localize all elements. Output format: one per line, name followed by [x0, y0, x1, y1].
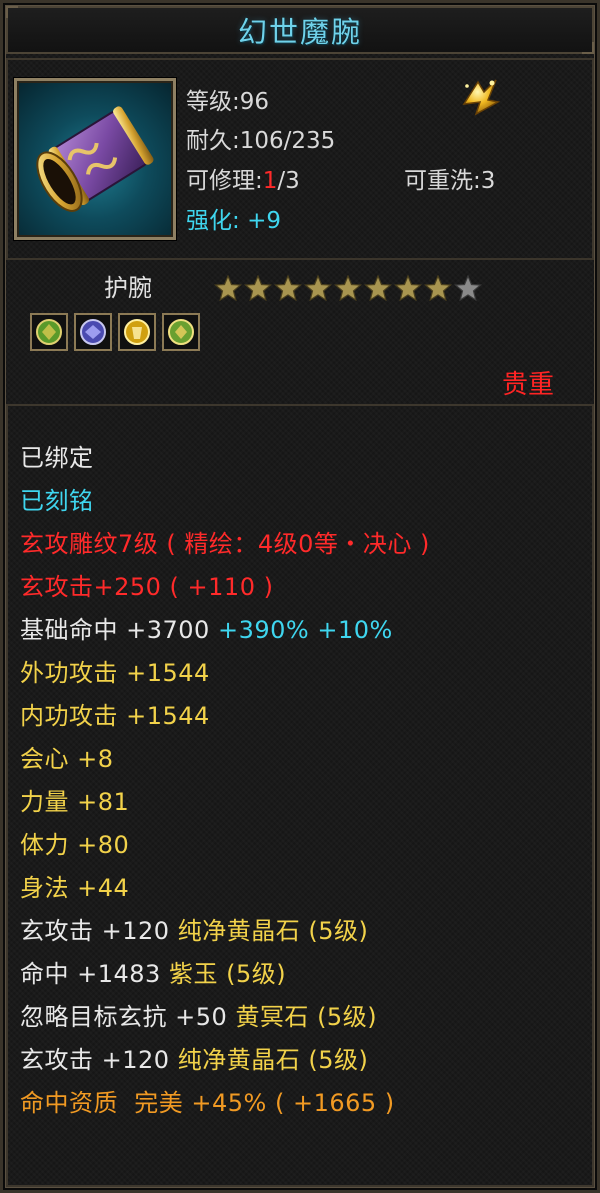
- purple-gem-icon: [74, 313, 112, 351]
- enhance-label: 强化:: [186, 208, 240, 234]
- gem-bonus-line: 玄攻击 +120 纯净黄晶石 (5级): [20, 1040, 368, 1075]
- aptitude-line: 命中资质 完美 +45% ( +1665 ): [20, 1083, 395, 1118]
- star-filled-icon: [334, 275, 362, 301]
- xuan-attack-line: 玄攻击+250 ( +110 ): [20, 567, 273, 602]
- rewash-value: 3: [480, 168, 496, 194]
- attr-value: +1483: [77, 960, 161, 988]
- repair-total: /3: [277, 168, 300, 194]
- star-filled-icon: [364, 275, 392, 301]
- attr-value: +3700: [126, 616, 210, 644]
- star-empty-icon: [454, 275, 482, 301]
- attr-value: +120: [101, 917, 170, 945]
- level-value: 96: [239, 89, 270, 115]
- attr-label: 外功攻击: [20, 659, 118, 687]
- level-label: 等级:: [186, 89, 240, 115]
- yellow-gem-icon: [118, 313, 156, 351]
- bound-status: 已绑定: [20, 444, 94, 472]
- title-bar: 幻世魔腕: [6, 6, 594, 54]
- aptitude-bonus: ( +1665 ): [275, 1089, 395, 1117]
- gem-bonus-line: 命中 +1483 紫玉 (5级): [20, 954, 286, 989]
- item-icon: [14, 78, 176, 240]
- attr-label: 身法: [20, 874, 69, 902]
- star-filled-icon: [394, 275, 422, 301]
- stamina-line: 体力 +80: [20, 825, 129, 860]
- attr-label: 命中: [20, 960, 69, 988]
- gem-slots: [30, 313, 200, 351]
- rarity-label: 贵重: [501, 370, 554, 400]
- attr-label: 体力: [20, 831, 69, 859]
- crit-line: 会心 +8: [20, 739, 114, 774]
- durability-value: 106/235: [239, 128, 336, 154]
- green-gem-icon: [30, 313, 68, 351]
- gem-name: 紫玉 (5级): [168, 960, 287, 988]
- rewash-row: 可重洗:3: [404, 161, 495, 195]
- star-filled-icon: [304, 275, 332, 301]
- attr-percent: +10%: [317, 616, 393, 644]
- star-rating: [214, 275, 482, 301]
- durability-label: 耐久:: [186, 128, 240, 154]
- attr-value: +50: [175, 1003, 228, 1031]
- gem-name: 纯净黄晶石 (5级): [177, 917, 369, 945]
- engraved-status: 已刻铭: [20, 487, 94, 515]
- gem-name: 黄冥石 (5级): [235, 1003, 378, 1031]
- durability-row: 耐久:106/235: [186, 121, 335, 155]
- attr-value: +1544: [126, 702, 210, 730]
- enhance-row: 强化: +9: [186, 201, 281, 235]
- outer-attack-line: 外功攻击 +1544: [20, 653, 210, 688]
- strength-line: 力量 +81: [20, 782, 129, 817]
- attr-percent: +390%: [217, 616, 310, 644]
- attr-label: 会心: [20, 745, 69, 773]
- attr-value: +80: [77, 831, 130, 859]
- frame-corner: [582, 42, 594, 54]
- star-filled-icon: [214, 275, 242, 301]
- gem-bonus-line: 忽略目标玄抗 +50 黄冥石 (5级): [20, 997, 377, 1032]
- attr-value: +81: [77, 788, 130, 816]
- repair-row: 可修理:1/3: [186, 161, 300, 195]
- gem-name: 纯净黄晶石 (5级): [177, 1046, 369, 1074]
- gold-badge-icon: [462, 79, 501, 116]
- item-type: 护腕: [104, 274, 152, 302]
- green-gem-icon: [162, 313, 200, 351]
- frame-corner: [6, 6, 18, 18]
- attr-value: +44: [77, 874, 130, 902]
- bracer-icon: [36, 106, 154, 212]
- attr-label: 命中资质: [20, 1089, 118, 1117]
- attr-label: 基础命中: [20, 616, 118, 644]
- star-filled-icon: [424, 275, 452, 301]
- attr-label: 玄攻击: [20, 917, 94, 945]
- item-name: 幻世魔腕: [237, 15, 362, 49]
- attr-value: +45%: [191, 1089, 267, 1117]
- aptitude-quality: 完美: [134, 1089, 184, 1117]
- attr-value: +250 ( +110 ): [93, 573, 274, 601]
- star-filled-icon: [274, 275, 302, 301]
- base-hit-line: 基础命中 +3700 +390% +10%: [20, 610, 393, 645]
- attr-value: +120: [101, 1046, 170, 1074]
- attr-label: 内功攻击: [20, 702, 118, 730]
- rewash-label: 可重洗:: [404, 168, 481, 194]
- agility-line: 身法 +44: [20, 868, 129, 903]
- gem-bonus-line: 玄攻击 +120 纯净黄晶石 (5级): [20, 911, 368, 946]
- attr-label: 忽略目标玄抗: [20, 1003, 167, 1031]
- attr-value: +1544: [126, 659, 210, 687]
- attr-value: +8: [77, 745, 114, 773]
- level-row: 等级:96: [186, 82, 269, 116]
- inner-attack-line: 内功攻击 +1544: [20, 696, 210, 731]
- attr-label: 玄攻击: [20, 1046, 94, 1074]
- attr-label: 玄攻击: [20, 573, 94, 601]
- repair-current: 1: [262, 168, 278, 194]
- enhance-value: +9: [247, 208, 281, 234]
- repair-label: 可修理:: [186, 168, 263, 194]
- pattern-line: 玄攻雕纹7级 ( 精绘：4级0等・决心 ): [20, 530, 430, 558]
- star-filled-icon: [244, 275, 272, 301]
- attr-label: 力量: [20, 788, 69, 816]
- divider: [6, 258, 594, 260]
